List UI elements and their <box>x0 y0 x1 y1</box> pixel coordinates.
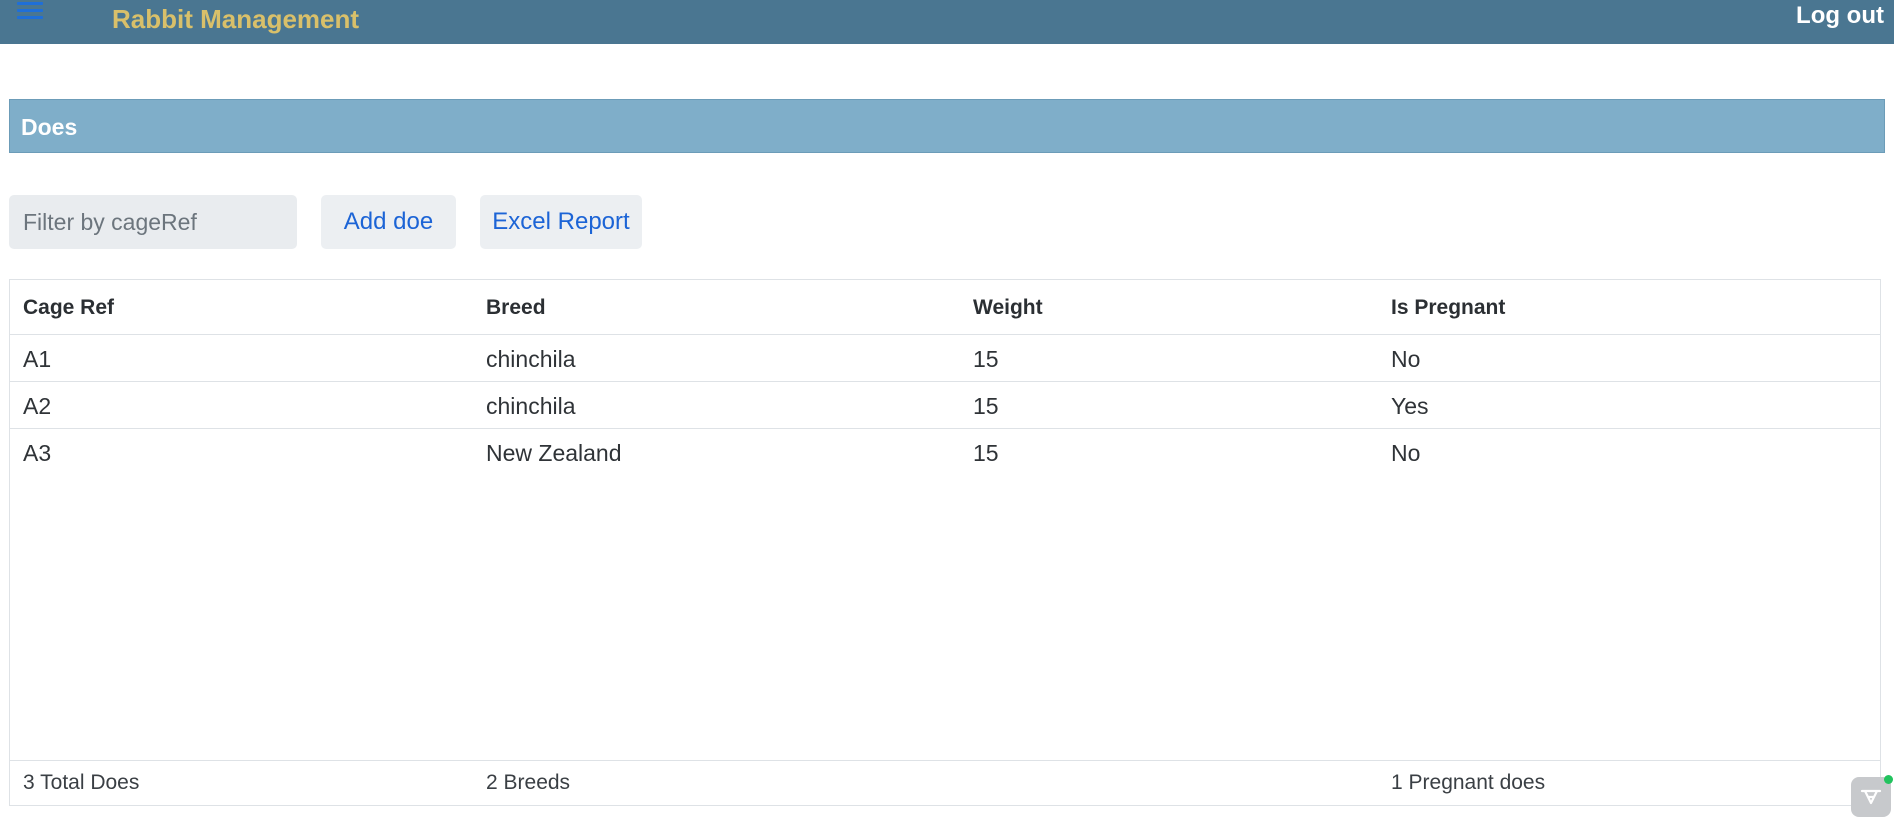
cell-breed: chinchila <box>486 346 576 372</box>
cell-is-pregnant: No <box>1391 346 1421 372</box>
top-navbar: Rabbit Management Log out <box>0 0 1894 44</box>
table-row[interactable]: A3 New Zealand 15 No <box>10 429 1880 476</box>
logout-button[interactable]: Log out <box>1796 2 1884 30</box>
column-header-weight[interactable]: Weight <box>973 296 1043 320</box>
cell-is-pregnant: No <box>1391 440 1421 466</box>
cell-cage-ref: A3 <box>23 440 52 466</box>
cell-cage-ref: A1 <box>23 346 52 372</box>
table-row[interactable]: A2 chinchila 15 Yes <box>10 382 1880 429</box>
footer-pregnant-count: 1 Pregnant does <box>1391 771 1546 794</box>
chat-widget-icon <box>1860 789 1882 805</box>
footer-total-does: 3 Total Does <box>23 771 140 794</box>
section-header: Does <box>9 99 1885 153</box>
excel-report-button[interactable]: Excel Report <box>480 195 642 249</box>
cell-is-pregnant: Yes <box>1391 393 1429 419</box>
cell-weight: 15 <box>973 440 999 466</box>
table-row[interactable]: A1 chinchila 15 No <box>10 335 1880 382</box>
cell-weight: 15 <box>973 346 999 372</box>
hamburger-menu-icon[interactable] <box>14 0 46 22</box>
filter-cage-ref-input[interactable] <box>9 195 297 249</box>
footer-breeds-count: 2 Breeds <box>486 771 571 794</box>
column-header-breed[interactable]: Breed <box>486 296 546 320</box>
cell-breed: chinchila <box>486 393 576 419</box>
column-header-cage-ref[interactable]: Cage Ref <box>23 296 114 320</box>
widget-status-dot <box>1884 775 1893 784</box>
cell-weight: 15 <box>973 393 999 419</box>
section-title: Does <box>21 114 78 140</box>
cell-breed: New Zealand <box>486 440 622 466</box>
table-header-row: Cage Ref Breed Weight Is Pregnant <box>10 280 1880 335</box>
cell-cage-ref: A2 <box>23 393 52 419</box>
add-doe-button[interactable]: Add doe <box>321 195 456 249</box>
column-header-is-pregnant[interactable]: Is Pregnant <box>1391 296 1505 320</box>
table-footer-row: 3 Total Does 2 Breeds 1 Pregnant does <box>10 760 1880 805</box>
does-table: Cage Ref Breed Weight Is Pregnant A1 chi… <box>9 279 1881 806</box>
app-title[interactable]: Rabbit Management <box>112 4 359 35</box>
